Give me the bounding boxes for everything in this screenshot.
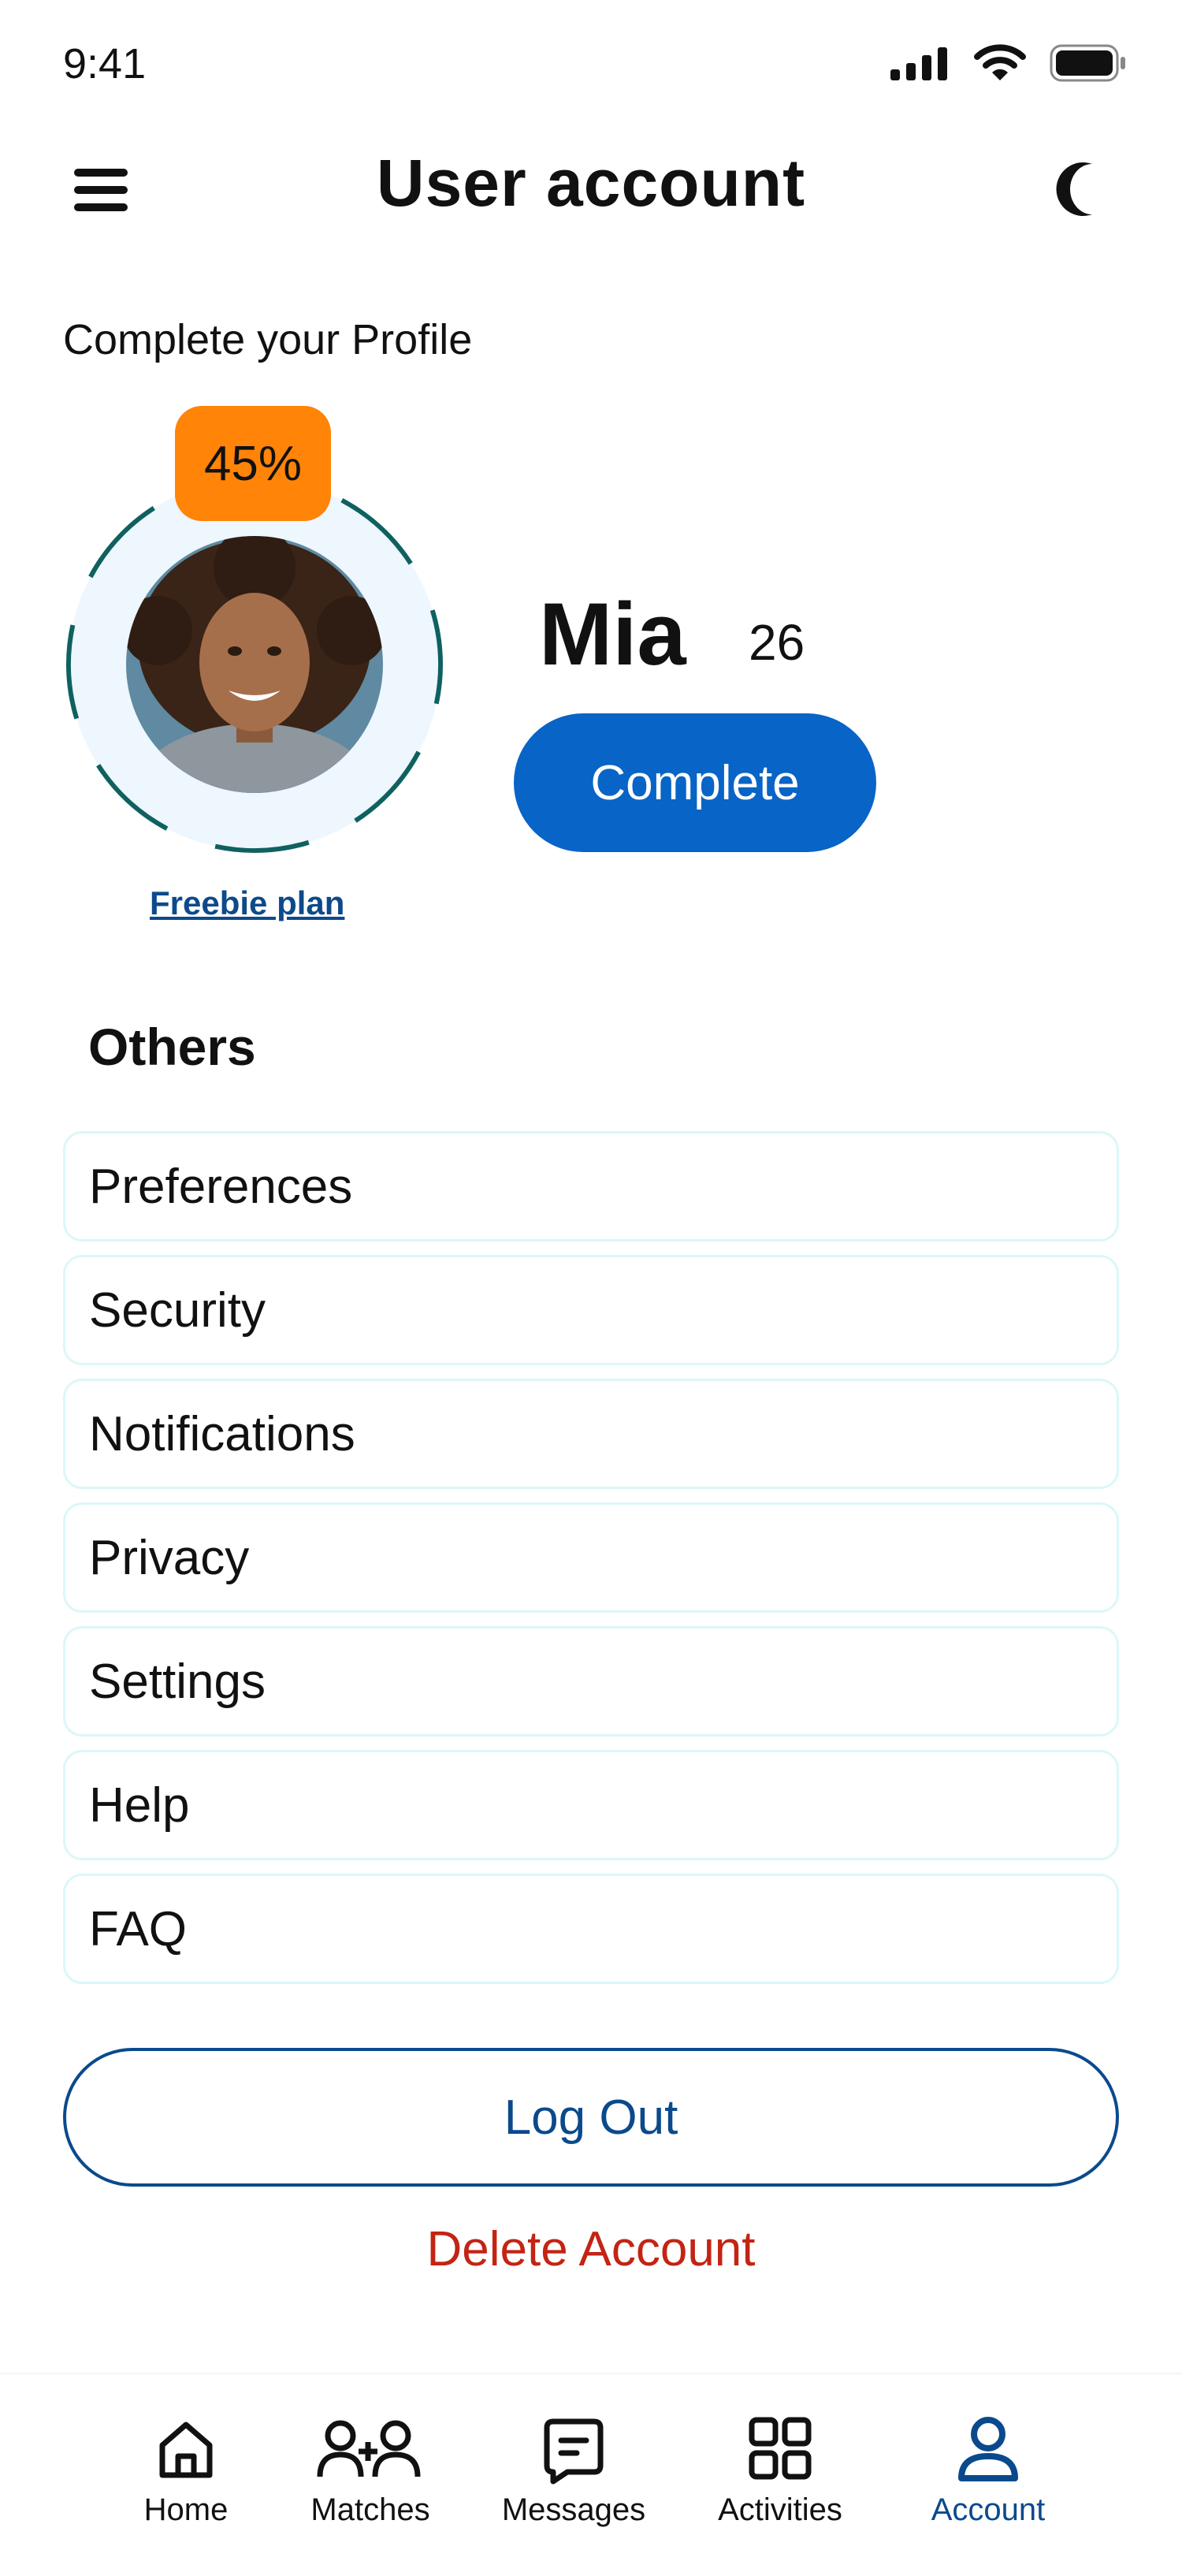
complete-profile-heading: Complete your Profile — [63, 316, 473, 363]
avatar-photo — [126, 536, 383, 793]
cellular-signal-icon — [890, 47, 947, 80]
battery-icon — [1050, 44, 1125, 82]
tab-home-label: Home — [143, 2492, 229, 2527]
page-title: User account — [376, 146, 806, 220]
moon-icon — [1056, 162, 1092, 216]
user-age: 26 — [749, 614, 805, 671]
menu-item-notifications[interactable]: Notifications — [63, 1379, 1119, 1489]
home-icon — [159, 2422, 213, 2478]
account-icon — [958, 2417, 1018, 2481]
menu-item-privacy[interactable]: Privacy — [63, 1502, 1119, 1613]
tab-messages-label: Messages — [501, 2492, 646, 2527]
menu-item-security[interactable]: Security — [63, 1255, 1119, 1365]
tab-messages[interactable]: Messages — [487, 2410, 660, 2528]
progress-percent-badge: 45% — [175, 406, 331, 521]
menu-item-faq[interactable]: FAQ — [63, 1874, 1119, 1984]
complete-profile-button[interactable]: Complete — [514, 713, 876, 852]
profile-progress-ring — [63, 473, 446, 856]
menu-item-settings[interactable]: Settings — [63, 1626, 1119, 1737]
user-name: Mia — [539, 585, 686, 683]
avatar — [126, 536, 383, 793]
tab-activities[interactable]: Activities — [693, 2410, 867, 2528]
delete-account-link[interactable]: Delete Account — [0, 2221, 1182, 2277]
tab-home[interactable]: Home — [99, 2410, 273, 2528]
logout-button[interactable]: Log Out — [63, 2048, 1119, 2187]
menu-item-preferences[interactable]: Preferences — [63, 1131, 1119, 1241]
status-bar: 9:41 — [0, 0, 1182, 118]
matches-icon — [317, 2420, 421, 2477]
header: User account — [0, 134, 1182, 236]
tab-matches-label: Matches — [310, 2492, 430, 2527]
tab-account[interactable]: Account — [901, 2410, 1075, 2528]
tab-account-label: Account — [931, 2492, 1046, 2527]
activities-icon — [749, 2417, 812, 2480]
plan-link[interactable]: Freebie plan — [150, 884, 344, 922]
tab-activities-label: Activities — [718, 2492, 842, 2527]
tab-matches[interactable]: Matches — [284, 2410, 457, 2528]
status-time: 9:41 — [63, 40, 147, 87]
messages-icon — [544, 2418, 604, 2485]
others-section-title: Others — [88, 1018, 256, 1076]
wifi-icon — [974, 44, 1026, 80]
bottom-tab-bar: Home Matches Messages Activities Account — [0, 2373, 1182, 2576]
status-icons — [890, 44, 1127, 82]
dark-mode-toggle[interactable] — [1056, 159, 1111, 219]
menu-item-help[interactable]: Help — [63, 1750, 1119, 1860]
others-menu-list: Preferences Security Notifications Priva… — [63, 1131, 1119, 1997]
